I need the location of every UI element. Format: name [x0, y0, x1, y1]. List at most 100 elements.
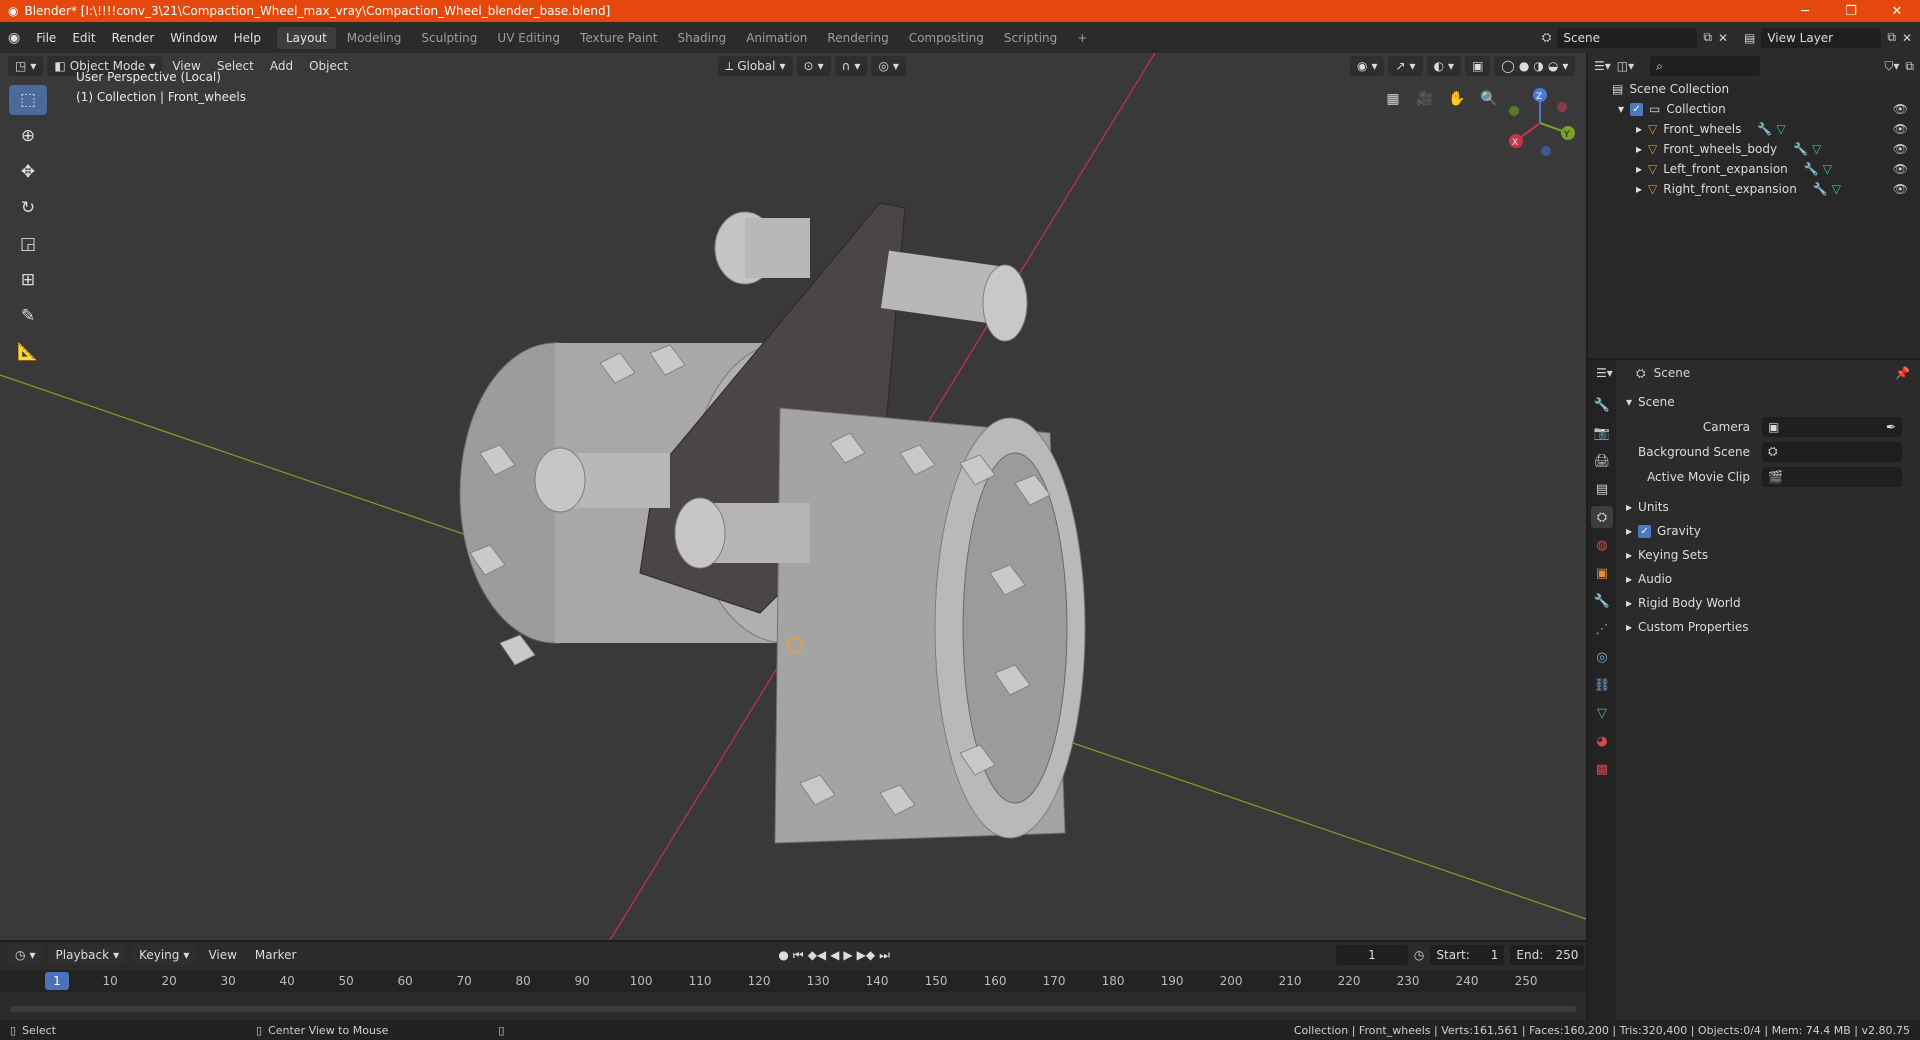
material-tab-icon[interactable]: ◕: [1591, 730, 1613, 752]
eyedropper-icon[interactable]: ✒: [1886, 420, 1902, 434]
tab-modeling[interactable]: Modeling: [338, 27, 411, 49]
eye-icon[interactable]: 👁: [1893, 182, 1908, 196]
rotate-tool[interactable]: ↻: [9, 193, 47, 223]
menu-help[interactable]: Help: [226, 31, 269, 45]
editor-type-button[interactable]: ◳ ▾: [8, 56, 44, 76]
audio-panel-header[interactable]: ▸ Audio: [1616, 567, 1920, 591]
record-icon[interactable]: ●: [778, 948, 788, 962]
timeline-scrollbar[interactable]: [10, 1006, 1576, 1012]
minimize-button[interactable]: ─: [1782, 0, 1828, 22]
modifier-icon[interactable]: 🔧: [1757, 122, 1772, 136]
timeline-menu-view[interactable]: View: [202, 948, 242, 962]
menu-edit[interactable]: Edit: [64, 31, 103, 45]
eye-icon[interactable]: 👁: [1893, 122, 1908, 136]
view-layer-tab-icon[interactable]: ▤: [1591, 478, 1613, 500]
constraints-tab-icon[interactable]: ⛓: [1591, 674, 1613, 696]
move-tool[interactable]: ✥: [9, 157, 47, 187]
navigation-gizmo[interactable]: Z Y X: [1500, 81, 1580, 161]
playhead-frame[interactable]: 1: [45, 972, 69, 990]
delete-scene-icon[interactable]: ✕: [1718, 31, 1728, 45]
render-tab-icon[interactable]: 📷: [1591, 422, 1613, 444]
shading-mode-buttons[interactable]: ◯ ● ◑ ◒ ▾: [1494, 56, 1576, 76]
expand-arrow-icon[interactable]: ▸: [1636, 182, 1642, 196]
modifier-tab-icon[interactable]: 🔧: [1591, 590, 1613, 612]
wireframe-shading-icon[interactable]: ◯: [1501, 59, 1514, 73]
particles-tab-icon[interactable]: ⋰: [1591, 618, 1613, 640]
keying-sets-panel-header[interactable]: ▸ Keying Sets: [1616, 543, 1920, 567]
tab-uv-editing[interactable]: UV Editing: [488, 27, 569, 49]
outliner-item-front-wheels-body[interactable]: ▸ ▽ Front_wheels_body 🔧 ▽ 👁: [1588, 139, 1920, 159]
eye-icon[interactable]: 👁: [1893, 102, 1908, 116]
viewport-menu-object[interactable]: Object: [303, 59, 354, 73]
cursor-tool[interactable]: ⊕: [9, 121, 47, 151]
annotate-tool[interactable]: ✎: [9, 301, 47, 331]
tab-animation[interactable]: Animation: [737, 27, 816, 49]
object-tab-icon[interactable]: ▣: [1591, 562, 1613, 584]
properties-editor-icon[interactable]: ☰▾: [1596, 366, 1613, 380]
collection-row[interactable]: ▾ ✓ ▭ Collection 👁: [1588, 99, 1920, 119]
physics-tab-icon[interactable]: ◎: [1591, 646, 1613, 668]
jump-end-icon[interactable]: ⏭: [879, 948, 890, 963]
camera-field[interactable]: ▣ ✒: [1762, 416, 1902, 437]
expand-arrow-icon[interactable]: ▸: [1636, 142, 1642, 156]
expand-arrow-icon[interactable]: ▸: [1636, 162, 1642, 176]
tab-compositing[interactable]: Compositing: [900, 27, 993, 49]
measure-tool[interactable]: 📐: [9, 337, 47, 367]
play-icon[interactable]: ▶: [843, 948, 852, 962]
end-frame-field[interactable]: End: 250: [1510, 945, 1585, 965]
units-panel-header[interactable]: ▸ Units: [1616, 495, 1920, 519]
mesh-data-icon[interactable]: ▽: [1776, 122, 1785, 136]
timeline-menu-marker[interactable]: Marker: [249, 948, 302, 962]
display-mode-icon[interactable]: ◫▾: [1617, 59, 1634, 73]
background-scene-field[interactable]: ⛭: [1762, 441, 1902, 462]
outliner-item-right-front-expansion[interactable]: ▸ ▽ Right_front_expansion 🔧 ▽ 👁: [1588, 179, 1920, 199]
maximize-button[interactable]: ❐: [1828, 0, 1874, 22]
jump-start-icon[interactable]: ⏮: [793, 948, 804, 963]
material-shading-icon[interactable]: ◑: [1533, 59, 1543, 73]
timeline-editor-type[interactable]: ◷ ▾: [8, 945, 43, 965]
new-collection-icon[interactable]: ⧉: [1905, 59, 1914, 74]
gizmo-toggle[interactable]: ↗ ▾: [1388, 56, 1423, 76]
tab-scripting[interactable]: Scripting: [995, 27, 1066, 49]
rigid-body-world-panel-header[interactable]: ▸ Rigid Body World: [1616, 591, 1920, 615]
next-keyframe-icon[interactable]: ▶◆: [857, 948, 875, 962]
scene-collection-row[interactable]: ▤ Scene Collection: [1588, 79, 1920, 99]
pan-hand-icon[interactable]: ✋: [1444, 86, 1470, 112]
menu-window[interactable]: Window: [162, 31, 225, 45]
keying-menu[interactable]: Keying ▾: [132, 945, 197, 965]
viewport-scene[interactable]: [0, 53, 1586, 940]
blender-menu-icon[interactable]: ◉: [0, 30, 28, 46]
viewport-menu-add[interactable]: Add: [264, 59, 299, 73]
expand-arrow-icon[interactable]: ▾: [1618, 102, 1624, 116]
select-box-tool[interactable]: ⬚: [9, 85, 47, 115]
playback-menu[interactable]: Playback ▾: [48, 945, 127, 965]
tab-shading[interactable]: Shading: [668, 27, 735, 49]
outliner-search-input[interactable]: ⌕: [1650, 56, 1761, 76]
zoom-icon[interactable]: 🔍: [1476, 86, 1502, 112]
gravity-checkbox[interactable]: ✓: [1638, 524, 1652, 538]
start-frame-field[interactable]: Start: 1: [1430, 945, 1505, 965]
outliner-item-front-wheels[interactable]: ▸ ▽ Front_wheels 🔧 ▽ 👁: [1588, 119, 1920, 139]
tab-layout[interactable]: Layout: [276, 26, 336, 49]
menu-render[interactable]: Render: [104, 31, 163, 45]
snap-toggle[interactable]: ∩ ▾: [834, 56, 868, 76]
eye-icon[interactable]: 👁: [1893, 142, 1908, 156]
scale-tool[interactable]: ◲: [9, 229, 47, 259]
preview-range-icon[interactable]: ◷: [1414, 948, 1424, 962]
scene-selector[interactable]: Scene: [1557, 27, 1698, 48]
pivot-point-dropdown[interactable]: ⊙ ▾: [796, 56, 831, 76]
active-movie-clip-field[interactable]: 🎬: [1762, 466, 1902, 487]
modifier-icon[interactable]: 🔧: [1804, 162, 1819, 176]
modifier-icon[interactable]: 🔧: [1793, 142, 1808, 156]
world-tab-icon[interactable]: ◍: [1591, 534, 1613, 556]
tab-texture-paint[interactable]: Texture Paint: [571, 27, 666, 49]
grid-toggle-icon[interactable]: ▦: [1380, 86, 1406, 112]
rendered-shading-icon[interactable]: ◒: [1548, 59, 1558, 73]
visibility-dropdown[interactable]: ◉ ▾: [1349, 56, 1385, 76]
new-view-layer-icon[interactable]: ⧉: [1887, 30, 1896, 45]
mesh-data-icon[interactable]: ▽: [1812, 142, 1821, 156]
camera-view-icon[interactable]: 🎥: [1412, 86, 1438, 112]
play-reverse-icon[interactable]: ◀: [830, 948, 839, 962]
menu-file[interactable]: File: [28, 31, 64, 45]
solid-shading-icon[interactable]: ●: [1519, 59, 1529, 73]
